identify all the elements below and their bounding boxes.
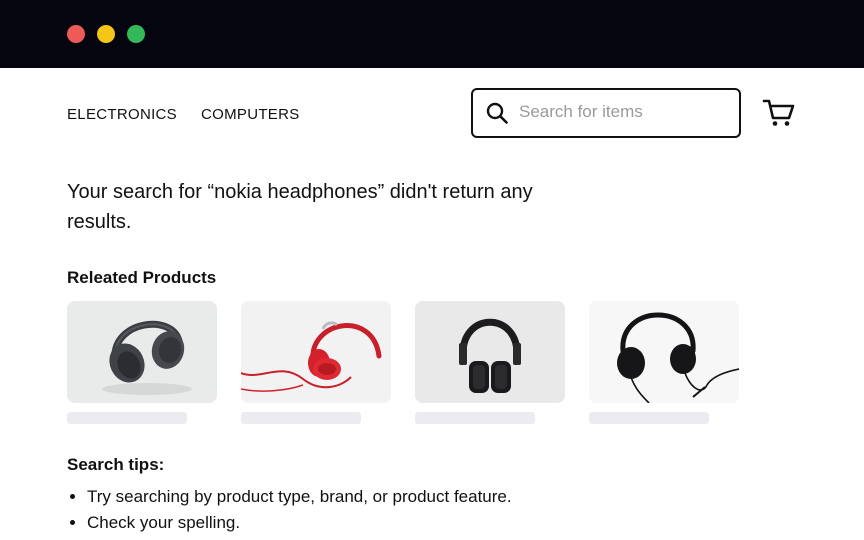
- product-card[interactable]: [589, 301, 739, 424]
- product-image[interactable]: [241, 301, 391, 403]
- maximize-window-button[interactable]: [127, 25, 145, 43]
- product-card[interactable]: [415, 301, 565, 424]
- search-tip-item: Try searching by product type, brand, or…: [87, 484, 512, 510]
- product-title-placeholder: [589, 412, 709, 424]
- product-title-placeholder: [67, 412, 187, 424]
- product-image[interactable]: [589, 301, 739, 403]
- product-card[interactable]: [67, 301, 217, 424]
- close-window-button[interactable]: [67, 25, 85, 43]
- search-icon[interactable]: [486, 102, 508, 124]
- nav-link-electronics[interactable]: ELECTRONICS: [67, 106, 177, 123]
- no-results-message: Your search for “nokia headphones” didn'…: [67, 181, 533, 233]
- search-box[interactable]: [471, 88, 741, 138]
- search-tips-heading: Search tips:: [67, 455, 165, 474]
- nav-link-computers[interactable]: COMPUTERS: [201, 106, 300, 123]
- search-tips-list: Try searching by product type, brand, or…: [67, 484, 512, 536]
- search-tip-item: Check your spelling.: [87, 510, 512, 536]
- related-products-heading: Releated Products: [67, 268, 217, 287]
- search-input[interactable]: [519, 98, 724, 126]
- window-titlebar: [0, 0, 864, 68]
- cart-icon[interactable]: [762, 96, 796, 128]
- minimize-window-button[interactable]: [97, 25, 115, 43]
- product-title-placeholder: [415, 412, 535, 424]
- product-image[interactable]: [67, 301, 217, 403]
- product-card[interactable]: [241, 301, 391, 424]
- product-title-placeholder: [241, 412, 361, 424]
- product-image[interactable]: [415, 301, 565, 403]
